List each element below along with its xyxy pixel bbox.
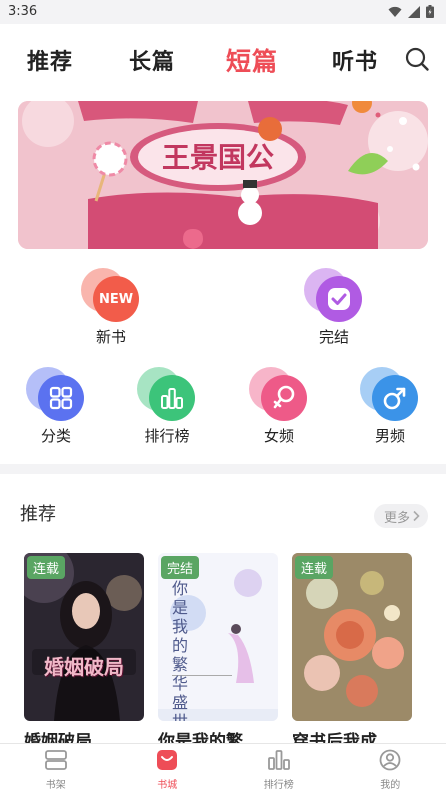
category-female[interactable]: 女频 bbox=[234, 367, 324, 446]
ranking-icon bbox=[267, 750, 290, 770]
status-badge: 完结 bbox=[161, 556, 200, 579]
book-card[interactable]: 婚姻破局 连载 婚姻破局 bbox=[24, 553, 144, 752]
recommend-section-title: 推荐 bbox=[20, 504, 56, 525]
nav-ranking[interactable]: 排行榜 bbox=[223, 744, 335, 793]
nav-bookshelf[interactable]: 书架 bbox=[0, 744, 112, 793]
book-card[interactable]: 你是我的繁华盛世 完结 你是我的繁… bbox=[158, 553, 278, 752]
category-label: 新书 bbox=[95, 328, 126, 346]
category-ranking[interactable]: 排行榜 bbox=[122, 367, 212, 446]
nav-label: 我的 bbox=[380, 780, 401, 791]
status-bar: 3:36 bbox=[0, 0, 446, 24]
promo-banner[interactable]: 王景国公 bbox=[18, 101, 428, 249]
tab-long[interactable]: 长篇 bbox=[129, 44, 175, 76]
banner-artwork: 王景国公 bbox=[18, 101, 428, 249]
battery-icon bbox=[426, 5, 434, 18]
nav-label: 排行榜 bbox=[263, 780, 294, 791]
status-icons bbox=[388, 5, 434, 18]
category-tabs: 推荐 长篇 短篇 听书 bbox=[0, 24, 446, 98]
bookshelf-icon bbox=[44, 750, 67, 770]
book-cover-title: 婚姻破局 bbox=[44, 655, 124, 679]
store-icon bbox=[157, 750, 178, 770]
category-label: 排行榜 bbox=[144, 427, 190, 445]
nav-label: 书架 bbox=[45, 780, 66, 791]
banner-title: 王景国公 bbox=[162, 141, 274, 174]
chevron-right-icon bbox=[413, 510, 420, 522]
category-label: 分类 bbox=[40, 427, 71, 445]
status-time: 3:36 bbox=[8, 4, 38, 19]
new-icon: NEW bbox=[81, 268, 141, 324]
book-cover: 婚姻破局 连载 bbox=[24, 553, 144, 721]
bar-chart-icon bbox=[137, 367, 197, 423]
more-button[interactable]: 更多 bbox=[373, 504, 428, 528]
book-cover: 连载 bbox=[292, 553, 412, 721]
book-card[interactable]: 连载 穿书后我成… bbox=[292, 553, 412, 752]
tab-audiobook[interactable]: 听书 bbox=[332, 44, 378, 76]
new-badge-text: NEW bbox=[98, 291, 134, 307]
bookstore-screen: 3:36 推荐 长篇 短篇 听书 王景国公 NEW 新书 完结 分类 排行榜 女… bbox=[0, 0, 446, 793]
book-cover-title: 你是我的繁华盛世 bbox=[172, 579, 189, 721]
category-label: 完结 bbox=[318, 328, 349, 346]
category-completed[interactable]: 完结 bbox=[289, 268, 379, 347]
check-icon bbox=[304, 268, 364, 324]
book-cover: 你是我的繁华盛世 完结 bbox=[158, 553, 278, 721]
category-label: 女频 bbox=[263, 427, 294, 445]
nav-profile[interactable]: 我的 bbox=[335, 744, 446, 793]
status-badge: 连载 bbox=[27, 556, 66, 579]
bottom-navigation: 书架 书城 排行榜 我的 bbox=[0, 743, 446, 793]
profile-icon bbox=[379, 749, 401, 771]
nav-store[interactable]: 书城 bbox=[112, 744, 224, 793]
tab-recommend[interactable]: 推荐 bbox=[27, 44, 73, 76]
category-genres[interactable]: 分类 bbox=[11, 367, 101, 446]
section-divider bbox=[0, 464, 446, 474]
nav-label: 书城 bbox=[157, 780, 178, 791]
signal-icon bbox=[408, 5, 420, 18]
category-label: 男频 bbox=[374, 427, 405, 445]
category-male[interactable]: 男频 bbox=[345, 367, 435, 446]
wifi-icon bbox=[388, 6, 402, 17]
female-icon bbox=[249, 367, 309, 423]
status-badge: 连载 bbox=[295, 556, 334, 579]
search-icon[interactable] bbox=[404, 46, 430, 72]
male-icon bbox=[360, 367, 420, 423]
category-new-books[interactable]: NEW 新书 bbox=[66, 268, 156, 347]
grid-icon bbox=[26, 367, 86, 423]
more-label: 更多 bbox=[383, 510, 410, 526]
tab-short[interactable]: 短篇 bbox=[226, 42, 278, 78]
